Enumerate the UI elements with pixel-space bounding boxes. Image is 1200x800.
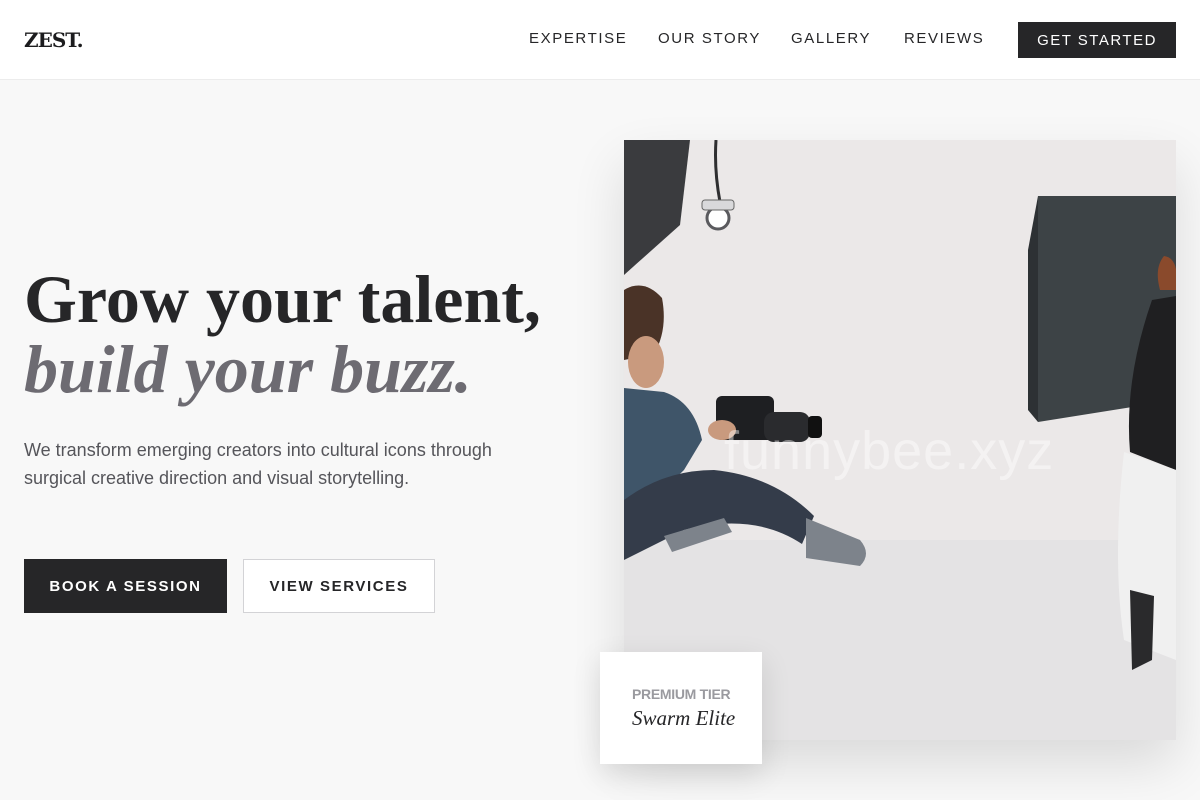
headline-line-2: build your buzz. — [24, 331, 472, 407]
hero-photo: funnybee.xyz — [624, 140, 1176, 740]
premium-tier-card: PREMIUM TIER Swarm Elite — [600, 652, 762, 764]
nav-link-our-story[interactable]: OUR STORY — [658, 30, 761, 47]
book-session-button[interactable]: BOOK A SESSION — [24, 559, 227, 613]
nav-link-gallery[interactable]: GALLERY — [791, 30, 871, 47]
hero-headline: Grow your talent, build your buzz. — [24, 264, 604, 404]
view-services-button[interactable]: VIEW SERVICES — [243, 559, 435, 613]
tier-name: Swarm Elite — [632, 706, 736, 730]
site-header: ZEST. EXPERTISE OUR STORY GALLERY REVIEW… — [0, 0, 1200, 80]
nav-link-reviews[interactable]: REVIEWS — [904, 30, 984, 47]
photo-watermark: funnybee.xyz — [724, 421, 1055, 481]
headline-line-1: Grow your talent, — [24, 261, 541, 337]
hero-lead-text: We transform emerging creators into cult… — [24, 440, 492, 488]
nav-link-expertise[interactable]: EXPERTISE — [529, 30, 627, 47]
tier-label: PREMIUM TIER — [632, 686, 731, 702]
brand-logo[interactable]: ZEST. — [24, 28, 84, 52]
get-started-button[interactable]: GET STARTED — [1018, 22, 1176, 58]
